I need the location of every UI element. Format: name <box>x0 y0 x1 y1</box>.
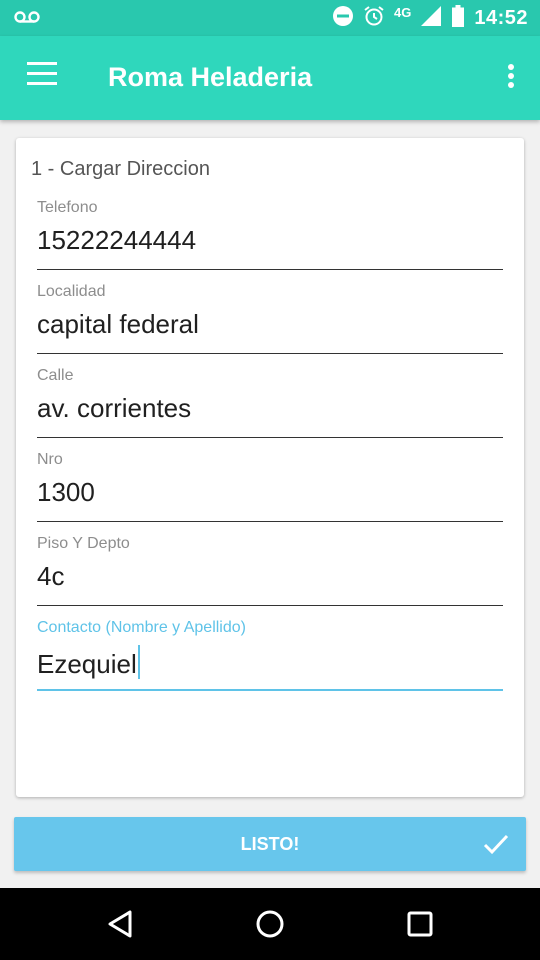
piso-depto-field[interactable]: Piso Y Depto 4c <box>37 535 503 606</box>
field-label: Telefono <box>37 199 98 216</box>
localidad-field[interactable]: Localidad capital federal <box>37 283 503 354</box>
status-bar: 4G 14:52 <box>0 0 540 36</box>
home-icon[interactable] <box>248 902 292 946</box>
text-cursor <box>137 645 140 679</box>
listo-button-label: LISTO! <box>240 834 300 854</box>
field-label: Piso Y Depto <box>37 535 130 552</box>
field-underline <box>37 353 503 354</box>
app-title: Roma Heladeria <box>108 62 313 92</box>
recents-icon[interactable] <box>398 902 442 946</box>
telefono-field[interactable]: Telefono 15222244444 <box>37 199 503 270</box>
calle-input[interactable]: av. corrientes <box>37 393 191 424</box>
calle-field[interactable]: Calle av. corrientes <box>37 367 503 438</box>
contacto-value: Ezequiel <box>37 649 137 679</box>
form-heading: 1 - Cargar Direccion <box>31 158 210 180</box>
navigation-bar <box>0 888 540 960</box>
field-label: Localidad <box>37 283 106 300</box>
app-bar: Roma Heladeria <box>0 36 540 120</box>
localidad-input[interactable]: capital federal <box>37 309 199 340</box>
field-label: Contacto (Nombre y Apellido) <box>37 619 246 636</box>
overflow-menu-icon[interactable] <box>504 64 518 94</box>
check-icon <box>482 830 510 863</box>
signal-icon <box>420 5 442 32</box>
do-not-disturb-icon <box>332 5 354 32</box>
contacto-field[interactable]: Contacto (Nombre y Apellido) Ezequiel <box>37 619 503 691</box>
field-underline <box>37 605 503 606</box>
address-form-card: 1 - Cargar Direccion Telefono 1522224444… <box>16 138 524 797</box>
battery-icon <box>451 4 465 32</box>
field-label: Calle <box>37 367 74 384</box>
field-label: Nro <box>37 451 63 468</box>
telefono-input[interactable]: 15222244444 <box>37 225 196 256</box>
listo-button[interactable]: LISTO! <box>14 817 526 871</box>
field-underline <box>37 269 503 270</box>
contacto-input[interactable]: Ezequiel <box>37 645 140 680</box>
field-underline <box>37 437 503 438</box>
field-underline <box>37 521 503 522</box>
network-type: 4G <box>394 4 412 20</box>
menu-icon[interactable] <box>22 62 62 94</box>
alarm-icon <box>363 5 385 32</box>
clock: 14:52 <box>474 6 528 29</box>
field-underline <box>37 689 503 691</box>
nro-input[interactable]: 1300 <box>37 477 95 508</box>
back-icon[interactable] <box>98 902 142 946</box>
piso-depto-input[interactable]: 4c <box>37 561 64 592</box>
voicemail-icon <box>14 9 40 30</box>
nro-field[interactable]: Nro 1300 <box>37 451 503 522</box>
